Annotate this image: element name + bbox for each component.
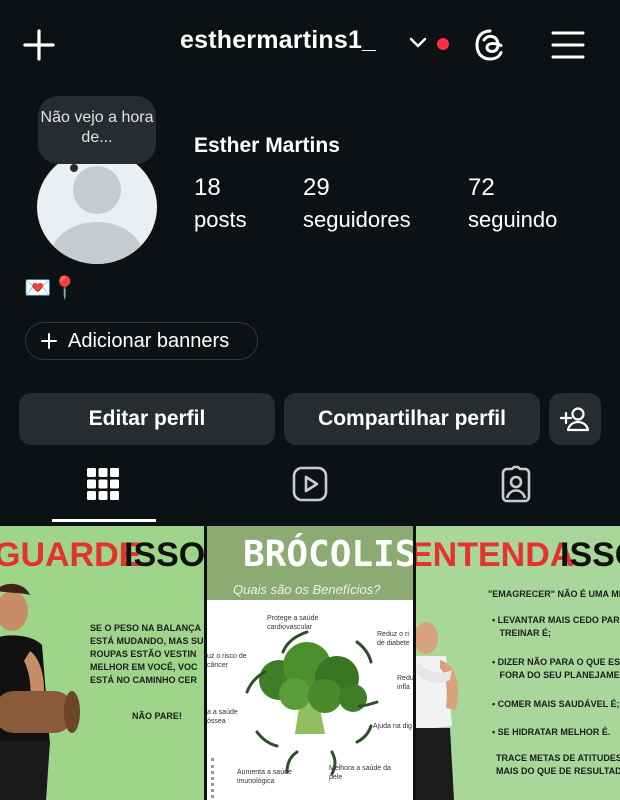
- edit-profile-button[interactable]: Editar perfil: [19, 393, 275, 445]
- threads-icon[interactable]: [470, 25, 510, 65]
- post-subtitle: Quais são os Benefícios?: [233, 582, 381, 597]
- avatar[interactable]: [37, 150, 157, 264]
- post-bullet: • LEVANTAR MAIS CEDO PARA TREINAR É;: [492, 615, 620, 638]
- discover-people-button[interactable]: [549, 393, 601, 445]
- benefit-label: a a saúde óssea: [207, 709, 238, 725]
- woman-illustration: [416, 622, 459, 800]
- arrows-decoration: [245, 630, 379, 776]
- post-bullet: • COMER MAIS SAUDÁVEL É;: [492, 699, 620, 709]
- tab-tagged[interactable]: [496, 462, 536, 506]
- woman-illustration: [0, 584, 80, 800]
- post-thumbnail[interactable]: ENTENDA ISSO "EMAGRECER" NÃO É UMA ME • …: [416, 526, 620, 800]
- reels-icon: [292, 466, 328, 502]
- post-title-black: ISSO.: [124, 536, 204, 574]
- post-title-black: ISSO: [560, 536, 620, 574]
- grid-icon: [87, 468, 119, 500]
- note-bubble-tail: [70, 164, 78, 172]
- plus-icon: [41, 333, 57, 349]
- post-bullet: • SE HIDRATAR MELHOR É.: [492, 727, 611, 737]
- posts-label[interactable]: posts: [194, 207, 247, 233]
- active-tab-indicator: [52, 519, 156, 522]
- post-footer: TRACE METAS DE ATITUDES MAIS DO QUE DE R…: [496, 753, 620, 776]
- tab-reels[interactable]: [290, 462, 330, 506]
- post-thumbnail[interactable]: GUARDE ISSO. SE O PESO NA BALANÇA ESTÁ M…: [0, 526, 204, 800]
- followers-label[interactable]: seguidores: [303, 207, 411, 233]
- note-bubble[interactable]: Não vejo a hora de...: [38, 96, 156, 164]
- bio-emojis: 💌📍: [24, 275, 79, 300]
- add-banners-label: Adicionar banners: [68, 329, 230, 352]
- post-title-red: ENTENDA: [416, 536, 575, 574]
- following-label[interactable]: seguindo: [468, 207, 557, 233]
- post-text: SE O PESO NA BALANÇA ESTÁ MUDANDO, MAS S…: [90, 623, 204, 685]
- add-person-icon: [560, 407, 590, 432]
- tagged-icon: [501, 465, 531, 503]
- post-intro: "EMAGRECER" NÃO É UMA ME: [488, 589, 620, 599]
- following-count[interactable]: 72: [468, 174, 495, 202]
- posts-count[interactable]: 18: [194, 174, 221, 202]
- post-footer: NÃO PARE!: [132, 711, 182, 721]
- post-bullet: • DIZER NÃO PARA O QUE EST FORA DO SEU P…: [492, 657, 620, 680]
- tab-grid[interactable]: [83, 462, 123, 506]
- post-title-red: GUARDE: [0, 536, 142, 574]
- benefit-label: Redu infla: [397, 675, 413, 691]
- username-switcher[interactable]: esthermartins1_: [180, 26, 376, 55]
- post-thumbnail[interactable]: BRÓCOLIS Quais são os Benefícios? Proteg…: [207, 526, 413, 800]
- post-title: BRÓCOLIS: [243, 534, 413, 575]
- menu-icon[interactable]: [548, 26, 588, 64]
- followers-count[interactable]: 29: [303, 174, 330, 202]
- notification-dot: [437, 38, 449, 50]
- chevron-down-icon[interactable]: [405, 30, 431, 56]
- display-name: Esther Martins: [194, 134, 340, 157]
- share-profile-button[interactable]: Compartilhar perfil: [284, 393, 540, 445]
- plus-icon[interactable]: [20, 26, 58, 64]
- add-banners-button[interactable]: Adicionar banners: [25, 322, 258, 360]
